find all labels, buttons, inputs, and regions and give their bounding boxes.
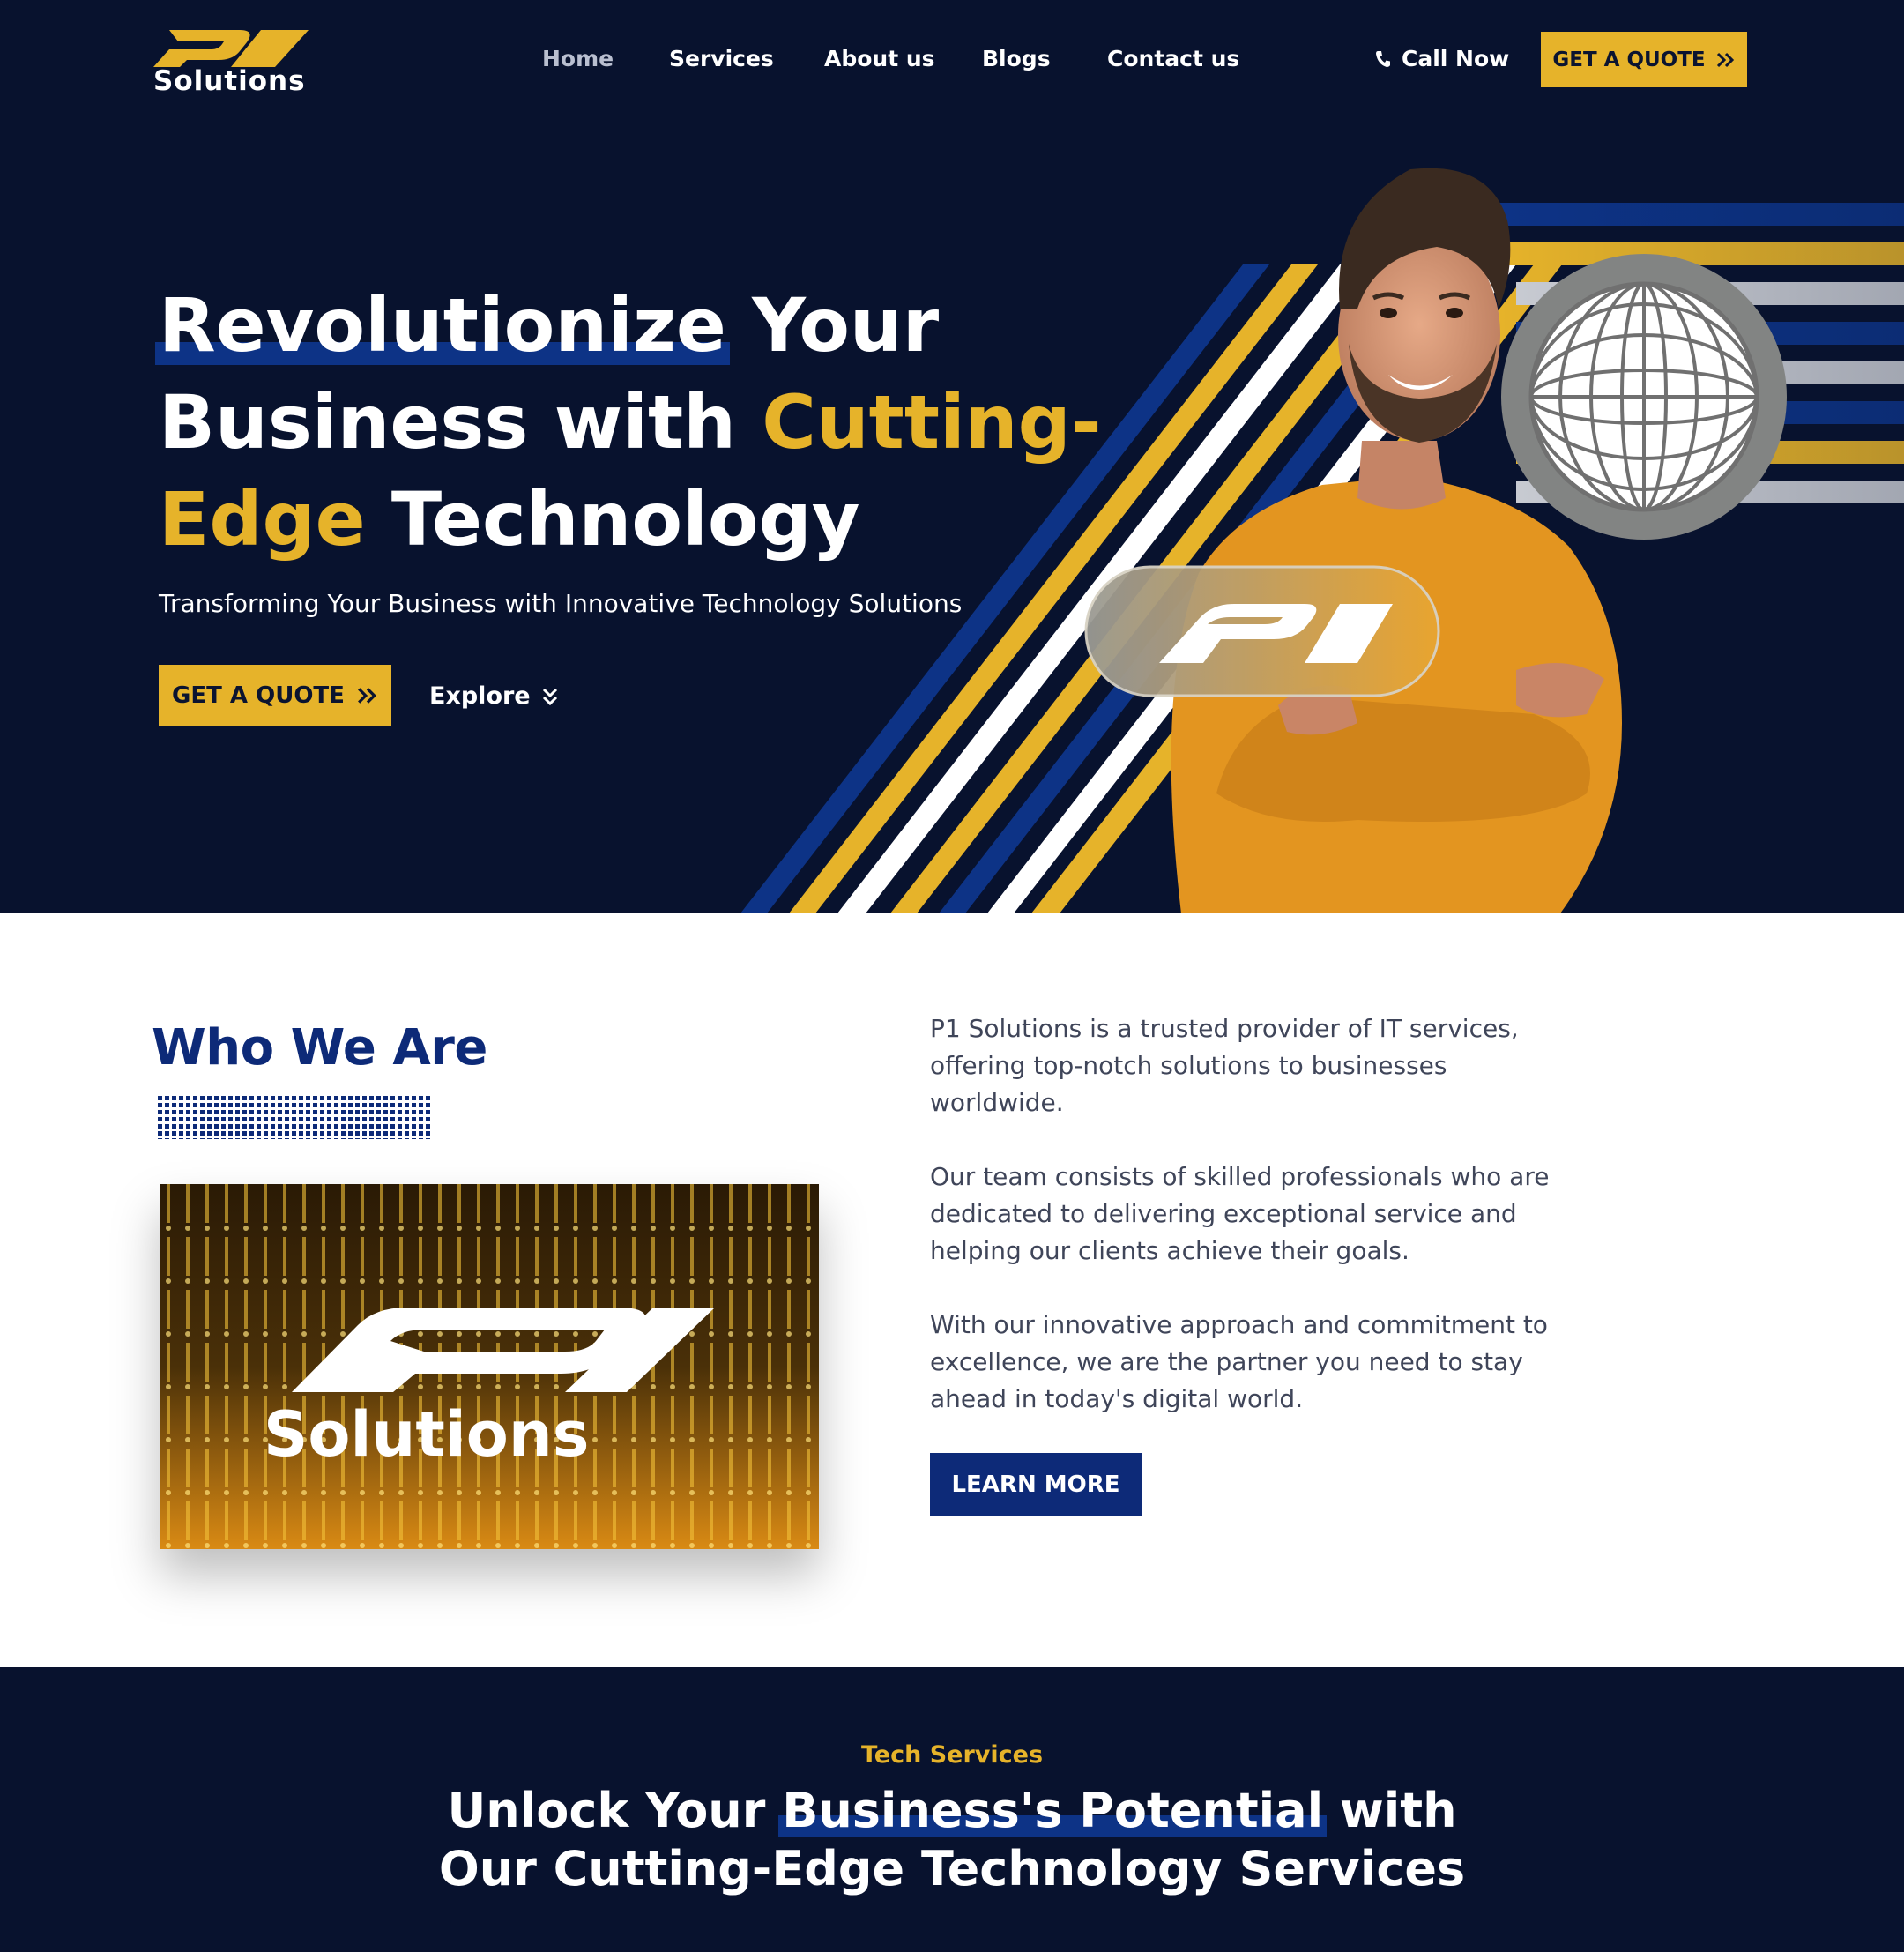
services-title-line2: Our Cutting-Edge Technology Services [438, 1841, 1466, 1896]
call-now-link[interactable]: Call Now [1375, 46, 1509, 71]
quote-button-label: GET A QUOTE [1552, 48, 1706, 71]
get-a-quote-button-header[interactable]: GET A QUOTE [1541, 32, 1747, 87]
decorative-dots [157, 1095, 432, 1139]
tech-services-section: Tech Services Unlock Your Business's Pot… [0, 1667, 1904, 1952]
double-chevron-right-icon [1716, 52, 1734, 67]
nav-services[interactable]: Services [669, 46, 774, 71]
call-now-label: Call Now [1402, 46, 1510, 71]
who-we-are-section: Who We Are Solutions P1 Solutions is a t… [0, 913, 1904, 1667]
get-a-quote-button-hero[interactable]: GET A QUOTE [159, 665, 391, 726]
p1-badge [1084, 565, 1440, 697]
hero-section: Solutions Home Services About us Blogs C… [0, 0, 1904, 913]
nav-home[interactable]: Home [542, 46, 614, 71]
services-title: Unlock Your Business's Potential with Ou… [0, 1782, 1904, 1898]
explore-link[interactable]: Explore [429, 682, 559, 710]
who-we-are-text: P1 Solutions is a trusted provider of IT… [930, 1010, 1565, 1455]
p1-solutions-image: Solutions [160, 1184, 819, 1549]
quote-button-label: GET A QUOTE [172, 682, 345, 709]
globe-icon [1501, 254, 1787, 540]
double-chevron-right-icon [357, 688, 376, 704]
who-paragraph-1: P1 Solutions is a trusted provider of IT… [930, 1014, 1519, 1117]
headline-gold-part: Edge [159, 476, 366, 563]
image-wordmark: Solutions [264, 1398, 589, 1471]
nav-contact-us[interactable]: Contact us [1107, 46, 1239, 71]
who-we-are-title: Who We Are [152, 1019, 487, 1077]
headline-part: Business with [159, 379, 762, 466]
phone-icon [1376, 50, 1390, 67]
double-chevron-down-icon [542, 688, 557, 705]
services-eyebrow: Tech Services [860, 1741, 1044, 1769]
nav-blogs[interactable]: Blogs [982, 46, 1051, 71]
explore-label: Explore [429, 682, 531, 710]
who-paragraph-2: Our team consists of skilled professiona… [930, 1162, 1550, 1265]
who-paragraph-3: With our innovative approach and commitm… [930, 1310, 1548, 1413]
lights-background: Solutions [160, 1184, 819, 1549]
nav-about-us[interactable]: About us [824, 46, 935, 71]
headline-highlight: Revolutionize [155, 277, 730, 374]
services-title-part: Unlock Your [447, 1783, 783, 1838]
services-title-highlight: Business's Potential [778, 1782, 1328, 1840]
services-title-part: with [1323, 1783, 1457, 1838]
learn-more-button[interactable]: LEARN MORE [930, 1453, 1142, 1516]
hero-illustration [740, 168, 1904, 913]
